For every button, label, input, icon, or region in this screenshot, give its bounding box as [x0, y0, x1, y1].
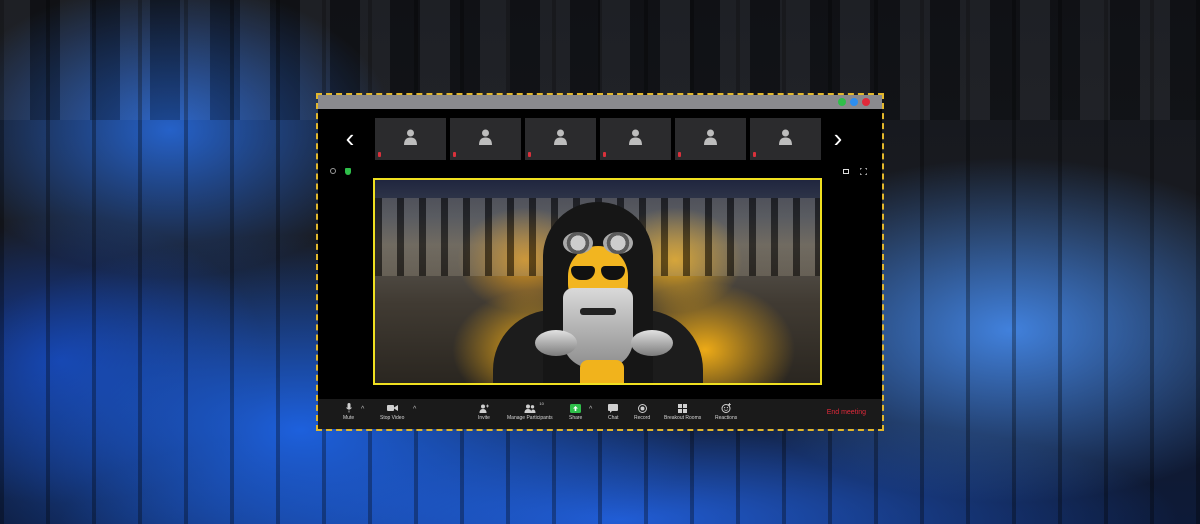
- participants-icon: 10: [524, 401, 544, 413]
- breakout-rooms-icon: [678, 403, 688, 413]
- record-label: Record: [634, 415, 651, 421]
- participant-tile[interactable]: [525, 118, 596, 160]
- participant-tile[interactable]: [750, 118, 821, 160]
- maximize-dot[interactable]: [838, 98, 846, 106]
- muted-mic-icon: [528, 152, 531, 157]
- window-controls: [838, 98, 870, 106]
- minimize-dot[interactable]: [850, 98, 858, 106]
- manage-participants-label: Manage Participants: [507, 415, 553, 421]
- person-icon: [479, 129, 492, 145]
- active-speaker-video[interactable]: [373, 178, 822, 385]
- participant-tile[interactable]: [375, 118, 446, 160]
- participant-tiles: [375, 118, 821, 160]
- security-shield-icon[interactable]: [345, 168, 351, 175]
- share-label: Share: [569, 415, 583, 421]
- person-icon: [704, 129, 717, 145]
- invite-button[interactable]: Invite: [478, 403, 490, 421]
- person-icon: [404, 129, 417, 145]
- person-icon: [779, 129, 792, 145]
- mask-slit: [580, 308, 616, 315]
- participant-strip: ‹ ›: [318, 117, 882, 161]
- title-bar[interactable]: [318, 95, 882, 109]
- close-dot[interactable]: [862, 98, 870, 106]
- person-icon: [629, 129, 642, 145]
- microphone-icon: [345, 403, 352, 413]
- muted-mic-icon: [378, 152, 381, 157]
- participant-tile[interactable]: [675, 118, 746, 160]
- stop-video-label: Stop Video: [380, 415, 405, 421]
- share-options-caret[interactable]: ^: [589, 406, 592, 413]
- muted-mic-icon: [453, 152, 456, 157]
- goggles: [563, 232, 633, 254]
- hand: [580, 360, 624, 383]
- right-shoulder-armor: [631, 330, 673, 356]
- reactions-emoji-icon: [721, 403, 732, 413]
- chat-label: Chat: [608, 415, 619, 421]
- fullscreen-icon[interactable]: [860, 168, 867, 175]
- chat-button[interactable]: Chat: [608, 403, 619, 421]
- next-page-button[interactable]: ›: [826, 123, 850, 155]
- share-screen-icon: [570, 403, 582, 413]
- invite-label: Invite: [478, 415, 490, 421]
- record-icon: [637, 403, 647, 413]
- reactions-label: Reactions: [715, 415, 738, 421]
- reactions-button[interactable]: Reactions: [715, 403, 737, 421]
- end-meeting-button[interactable]: End meeting: [827, 409, 866, 416]
- person-icon: [554, 129, 567, 145]
- record-button[interactable]: Record: [634, 403, 650, 421]
- info-icon[interactable]: [330, 168, 336, 174]
- muted-mic-icon: [603, 152, 606, 157]
- view-layout-icon[interactable]: [843, 169, 849, 174]
- share-button[interactable]: Share: [569, 403, 582, 421]
- add-person-icon: [479, 403, 489, 413]
- breakout-rooms-label: Breakout Rooms: [664, 415, 702, 421]
- previous-page-button[interactable]: ‹: [338, 123, 362, 155]
- participant-tile[interactable]: [600, 118, 671, 160]
- manage-participants-button[interactable]: 10 Manage Participants: [507, 401, 553, 421]
- stop-video-button[interactable]: Stop Video: [380, 403, 404, 421]
- mute-label: Mute: [343, 415, 355, 421]
- left-shoulder-armor: [535, 330, 577, 356]
- chat-bubble-icon: [608, 403, 619, 413]
- muted-mic-icon: [753, 152, 756, 157]
- meeting-toolbar: Mute ^ Stop Video ^ Invite 10 Manage Par…: [318, 399, 882, 429]
- sunglasses: [571, 266, 625, 280]
- audio-options-caret[interactable]: ^: [361, 406, 364, 413]
- participants-count: 10: [539, 401, 544, 406]
- participant-tile[interactable]: [450, 118, 521, 160]
- video-options-caret[interactable]: ^: [413, 406, 416, 413]
- mute-button[interactable]: Mute: [343, 403, 354, 421]
- video-camera-icon: [386, 403, 398, 413]
- breakout-rooms-button[interactable]: Breakout Rooms: [664, 403, 701, 421]
- metal-mask: [563, 288, 633, 368]
- muted-mic-icon: [678, 152, 681, 157]
- meeting-window: ‹ › Mute ^ Stop Video ^ Invite 10 Manage…: [316, 93, 884, 431]
